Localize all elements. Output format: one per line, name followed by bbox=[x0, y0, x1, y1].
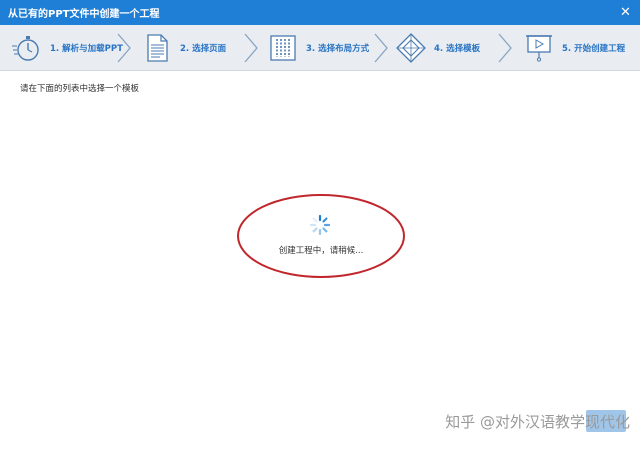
chevron-right-icon bbox=[117, 33, 131, 63]
layout-grid-icon bbox=[266, 31, 300, 65]
wizard-step-5: 5. 开始创建工程 bbox=[522, 25, 625, 71]
highlight-ellipse bbox=[237, 194, 405, 278]
chevron-right-icon bbox=[244, 33, 258, 63]
wizard-step-label: 2. 选择页面 bbox=[180, 44, 227, 54]
chevron-right-icon bbox=[498, 33, 512, 63]
loading-indicator: 创建工程中，请稍候... bbox=[236, 192, 406, 280]
close-icon: ✕ bbox=[620, 5, 631, 20]
wizard-step-label: 1. 解析与加载PPT bbox=[50, 44, 123, 54]
wizard-step-2: 2. 选择页面 bbox=[140, 25, 226, 71]
loading-text: 创建工程中，请稍候... bbox=[278, 246, 364, 256]
wizard-step-3: 3. 选择布局方式 bbox=[266, 25, 369, 71]
wizard-step-label: 4. 选择模板 bbox=[434, 44, 481, 54]
wizard-step-4: 4. 选择模板 bbox=[394, 25, 480, 71]
window-title: 从已有的PPT文件中创建一个工程 bbox=[8, 9, 160, 20]
wizard-steps-bar: 1. 解析与加载PPT 2. 选择页面 3. 选择布局方式 4. 选择模板 5.… bbox=[0, 25, 640, 71]
watermark-text: 知乎 @对外汉语教学现代化 bbox=[445, 413, 630, 431]
window-titlebar: 从已有的PPT文件中创建一个工程 ✕ bbox=[0, 0, 640, 25]
loading-spinner-icon bbox=[309, 214, 331, 236]
wizard-step-label: 5. 开始创建工程 bbox=[562, 44, 626, 54]
document-icon bbox=[140, 31, 174, 65]
wizard-step-label: 3. 选择布局方式 bbox=[306, 44, 370, 54]
close-button[interactable]: ✕ bbox=[617, 4, 634, 21]
instruction-text: 请在下面的列表中选择一个模板 bbox=[20, 84, 140, 94]
wizard-step-1: 1. 解析与加载PPT bbox=[10, 25, 123, 71]
presentation-board-icon bbox=[522, 31, 556, 65]
stopwatch-icon bbox=[10, 31, 44, 65]
chevron-right-icon bbox=[374, 33, 388, 63]
diamond-template-icon bbox=[394, 31, 428, 65]
